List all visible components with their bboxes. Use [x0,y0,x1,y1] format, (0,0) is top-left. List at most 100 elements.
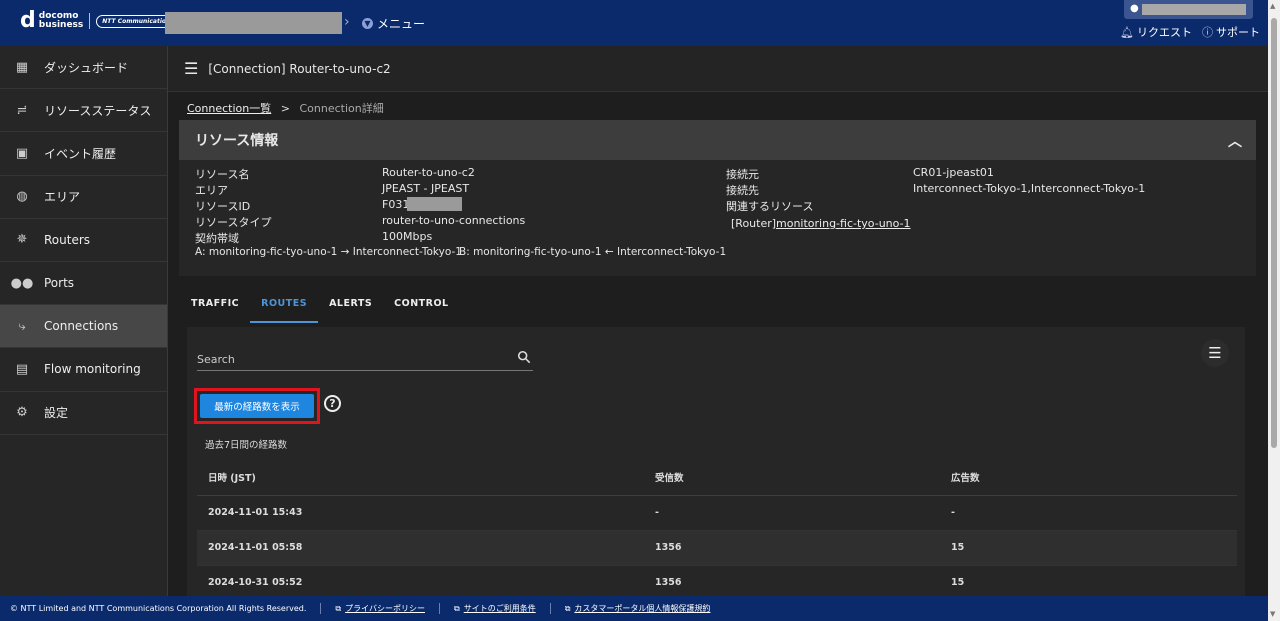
tab-control[interactable]: CONTROL [383,288,459,323]
chevron-up-icon[interactable]: ︿ [1228,131,1242,151]
logo-divider [89,13,91,29]
top-header: d docomo business NTT Communications › ▼… [0,0,1280,46]
sidebar-item-dashboard[interactable]: ▦ ダッシュボード [0,46,167,90]
destination-value: Interconnect-Tokyo-1,Interconnect-Tokyo-… [913,182,1146,195]
cell-datetime: 2024-11-01 15:43 [197,495,644,531]
hamburger-menu-icon[interactable]: ☰ [184,59,198,78]
path-b: B: monitoring-fic-tyo-uno-1 ← Interconne… [459,246,727,258]
footer-divider [438,603,440,614]
help-icon[interactable]: ? [324,395,341,412]
section-title: 過去7日間の経路数 [205,440,288,451]
bandwidth-value: 100Mbps [382,230,433,243]
scrollbar-thumb[interactable] [1271,18,1277,448]
sidebar-item-connections[interactable]: ⤷ Connections [0,305,167,349]
breadcrumb-current: Connection詳細 [299,102,384,115]
page-scrollbar[interactable]: ▲ ▼ [1268,0,1280,621]
column-received[interactable]: 受信数 [644,459,940,496]
customer-privacy-link[interactable]: カスタマーポータル個人情報保護規約 [574,603,710,614]
destination-label: 接続先 [726,184,759,197]
table-row: 2024-11-01 15:43 - - [197,495,1237,531]
sidebar-item-ports[interactable]: ●● Ports [0,262,167,306]
source-value: CR01-jpeast01 [913,166,994,179]
table-row: 2024-10-31 05:52 1356 15 [197,565,1237,596]
resource-type-value: router-to-uno-connections [382,214,526,227]
table-row: 2024-11-01 05:58 1356 15 [197,530,1237,566]
docomo-business-logo[interactable]: d docomo business NTT Communications [20,10,180,32]
router-icon: ✵ [16,232,28,248]
resource-info-title: リソース情報 [195,133,279,149]
port-icon: ●● [10,275,34,291]
help-circle-icon: ⓘ [1201,26,1213,39]
copyright: © NTT Limited and NTT Communications Cor… [10,604,307,613]
support-link[interactable]: ⓘ サポート [1202,24,1260,40]
resource-info-panel: リソース情報 ︿ リソース名 Router-to-uno-c2 エリア JPEA… [179,120,1256,276]
bandwidth-label: 契約帯域 [195,232,239,245]
external-link-icon: ⧉ [564,603,571,613]
scroll-down-arrow-icon[interactable]: ▼ [1270,610,1275,618]
header-links: 🔔︎ リクエスト ⓘ サポート [1120,24,1260,40]
resource-name-value: Router-to-uno-c2 [382,166,475,179]
footer-divider [320,603,322,614]
sidebar-item-area[interactable]: ◍ エリア [0,176,167,219]
status-icon: ≓ [16,102,28,118]
bell-icon: 🔔︎ [1120,26,1134,39]
resource-id-value: F031 [382,198,410,211]
sidebar-item-settings[interactable]: ⚙ 設定 [0,392,167,435]
user-account-button[interactable]: ● [1124,0,1253,19]
tab-traffic[interactable]: TRAFFIC [180,288,250,323]
related-resource-link[interactable]: monitoring-fic-tyo-uno-1 [776,217,911,230]
request-link[interactable]: 🔔︎ リクエスト [1120,24,1192,40]
external-link-icon: ⧉ [335,603,342,613]
column-advertised[interactable]: 広告数 [940,459,1237,496]
source-label: 接続元 [726,168,759,181]
cell-advertised: 15 [940,565,1237,596]
sidebar-item-event-history[interactable]: ▣ イベント履歴 [0,132,167,176]
grid-icon: ▦ [15,59,29,75]
globe-icon: ◍ [16,189,28,205]
cell-advertised: - [940,495,1237,531]
resource-id-label: リソースID [195,200,251,213]
logo-text: docomo business [38,11,84,30]
area-value: JPEAST - JPEAST [382,182,470,195]
column-datetime[interactable]: 日時 (JST) [197,459,644,496]
table-menu-icon[interactable]: ☰ [1201,339,1229,367]
footer-divider [549,603,551,614]
routes-table: 日時 (JST) 受信数 広告数 2024-11-01 15:43 - - 20… [197,459,1237,596]
privacy-policy-link[interactable]: プライバシーポリシー [345,603,425,614]
area-label: エリア [195,184,228,197]
menu-button[interactable]: ▼ メニュー [362,15,425,32]
related-resource-type: [Router] [731,217,777,230]
cell-received: 1356 [644,565,940,596]
sidebar-item-flow-monitoring[interactable]: ▤ Flow monitoring [0,348,167,392]
search-placeholder: Search [197,353,235,366]
breadcrumb: Connection一覧 > Connection詳細 [187,100,384,116]
search-input[interactable]: Search [197,349,533,371]
cell-advertised: 15 [940,530,1237,566]
cell-datetime: 2024-11-01 05:58 [197,530,644,566]
sidebar-item-routers[interactable]: ✵ Routers [0,219,167,262]
user-name-redacted [1142,4,1246,15]
path-a: A: monitoring-fic-tyo-uno-1 → Interconne… [195,246,462,258]
search-icon[interactable] [517,350,531,364]
terms-of-use-link[interactable]: サイトのご利用条件 [464,603,536,614]
resource-name-label: リソース名 [195,168,250,181]
sidebar-item-resource-status[interactable]: ≓ リソースステータス [0,89,167,133]
tab-routes[interactable]: ROUTES [250,288,319,323]
tenant-selector-redacted[interactable] [165,12,342,34]
tab-bar: TRAFFIC ROUTES ALERTS CONTROL [180,288,460,323]
highlight-box: 最新の経路数を表示 [194,388,320,424]
main-content: ☰ [Connection] Router-to-uno-c2 Connecti… [168,46,1268,596]
scroll-up-arrow-icon[interactable]: ▲ [1270,2,1275,10]
resource-info-header[interactable]: リソース情報 ︿ [179,120,1256,160]
table-header-row: 日時 (JST) 受信数 広告数 [197,459,1237,496]
show-latest-routes-button[interactable]: 最新の経路数を表示 [200,394,314,418]
connection-icon: ⤷ [18,318,26,334]
resource-id-redacted [407,197,462,211]
external-link-icon: ⧉ [453,603,460,613]
footer: © NTT Limited and NTT Communications Cor… [0,596,1268,621]
tab-alerts[interactable]: ALERTS [318,288,383,323]
document-icon: ▤ [15,361,29,377]
person-icon: ● [1130,3,1139,14]
cell-received: - [644,495,940,531]
breadcrumb-connection-list[interactable]: Connection一覧 [187,102,271,115]
